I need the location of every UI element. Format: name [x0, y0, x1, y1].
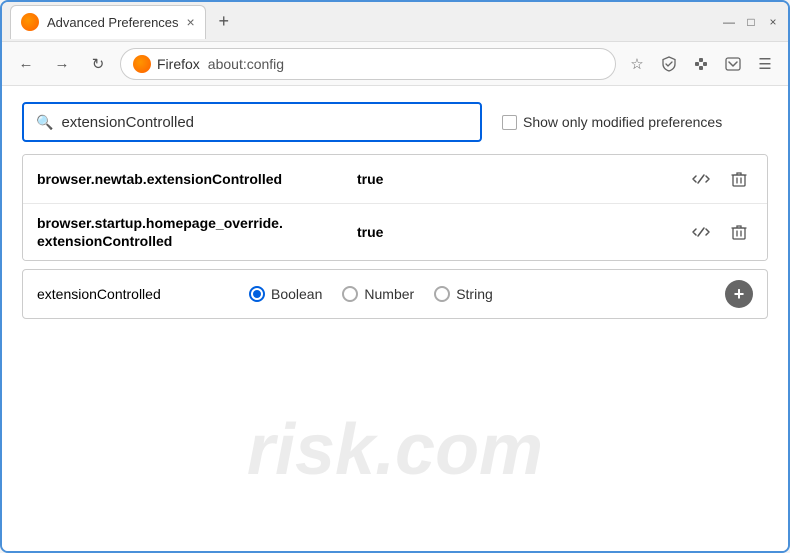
forward-button[interactable]: →: [48, 50, 76, 78]
pref-name-2: browser.startup.homepage_override. exten…: [37, 214, 357, 250]
pref-name-2-line1: browser.startup.homepage_override.: [37, 215, 283, 231]
search-icon: 🔍: [36, 114, 53, 131]
back-button[interactable]: ←: [12, 50, 40, 78]
page-content: 🔍 Show only modified preferences browser…: [2, 86, 788, 551]
checkbox-label-text: Show only modified preferences: [523, 114, 722, 130]
toggle-button-2[interactable]: [687, 218, 715, 246]
search-input[interactable]: [61, 114, 468, 131]
add-preference-button[interactable]: +: [725, 280, 753, 308]
radio-number[interactable]: Number: [342, 286, 414, 302]
maximize-button[interactable]: □: [744, 15, 758, 29]
pref-actions-1: [687, 165, 753, 193]
tab-title: Advanced Preferences: [47, 15, 179, 30]
pref-value-1: true: [357, 171, 687, 187]
preferences-table: browser.newtab.extensionControlled true: [22, 154, 768, 261]
toggle-button-1[interactable]: [687, 165, 715, 193]
window-controls: — □ ×: [722, 15, 780, 29]
radio-number-label: Number: [364, 286, 414, 302]
delete-button-1[interactable]: [725, 165, 753, 193]
new-tab-button[interactable]: +: [210, 8, 238, 36]
minimize-button[interactable]: —: [722, 15, 736, 29]
radio-string[interactable]: String: [434, 286, 493, 302]
address-bar[interactable]: Firefox about:config: [120, 48, 616, 80]
pocket-icon[interactable]: [720, 51, 746, 77]
pref-name-2-line2: extensionControlled: [37, 233, 172, 249]
pref-actions-2: [687, 218, 753, 246]
firefox-tab-icon: [21, 13, 39, 31]
table-row: browser.newtab.extensionControlled true: [23, 155, 767, 204]
table-row: browser.startup.homepage_override. exten…: [23, 204, 767, 260]
delete-button-2[interactable]: [725, 218, 753, 246]
nav-icons: ☆ ☰: [624, 51, 778, 77]
address-text: about:config: [208, 56, 284, 72]
show-modified-checkbox-label[interactable]: Show only modified preferences: [502, 114, 722, 130]
firefox-logo-icon: [133, 55, 151, 73]
tab-close-button[interactable]: ×: [187, 15, 195, 29]
pref-name-1: browser.newtab.extensionControlled: [37, 170, 357, 188]
shield-icon[interactable]: [656, 51, 682, 77]
radio-number-circle[interactable]: [342, 286, 358, 302]
browser-tab[interactable]: Advanced Preferences ×: [10, 5, 206, 39]
title-bar: Advanced Preferences × + — □ ×: [2, 2, 788, 42]
type-radio-group: Boolean Number String: [249, 286, 713, 302]
watermark: risk.com: [247, 409, 543, 491]
radio-boolean-circle[interactable]: [249, 286, 265, 302]
show-modified-checkbox[interactable]: [502, 115, 517, 130]
close-button[interactable]: ×: [766, 15, 780, 29]
extension-icon[interactable]: [688, 51, 714, 77]
firefox-label: Firefox: [157, 56, 200, 72]
search-bar[interactable]: 🔍: [22, 102, 482, 142]
browser-window: Advanced Preferences × + — □ × ← → ↻ Fir…: [0, 0, 790, 553]
top-controls: 🔍 Show only modified preferences: [22, 102, 768, 142]
navigation-bar: ← → ↻ Firefox about:config ☆: [2, 42, 788, 86]
radio-string-circle[interactable]: [434, 286, 450, 302]
add-preference-row: extensionControlled Boolean Number Strin…: [22, 269, 768, 319]
radio-boolean-label: Boolean: [271, 286, 322, 302]
bookmark-icon[interactable]: ☆: [624, 51, 650, 77]
radio-boolean[interactable]: Boolean: [249, 286, 322, 302]
new-pref-name: extensionControlled: [37, 286, 237, 302]
menu-button[interactable]: ☰: [752, 51, 778, 77]
pref-value-2: true: [357, 224, 687, 240]
radio-string-label: String: [456, 286, 493, 302]
reload-button[interactable]: ↻: [84, 50, 112, 78]
